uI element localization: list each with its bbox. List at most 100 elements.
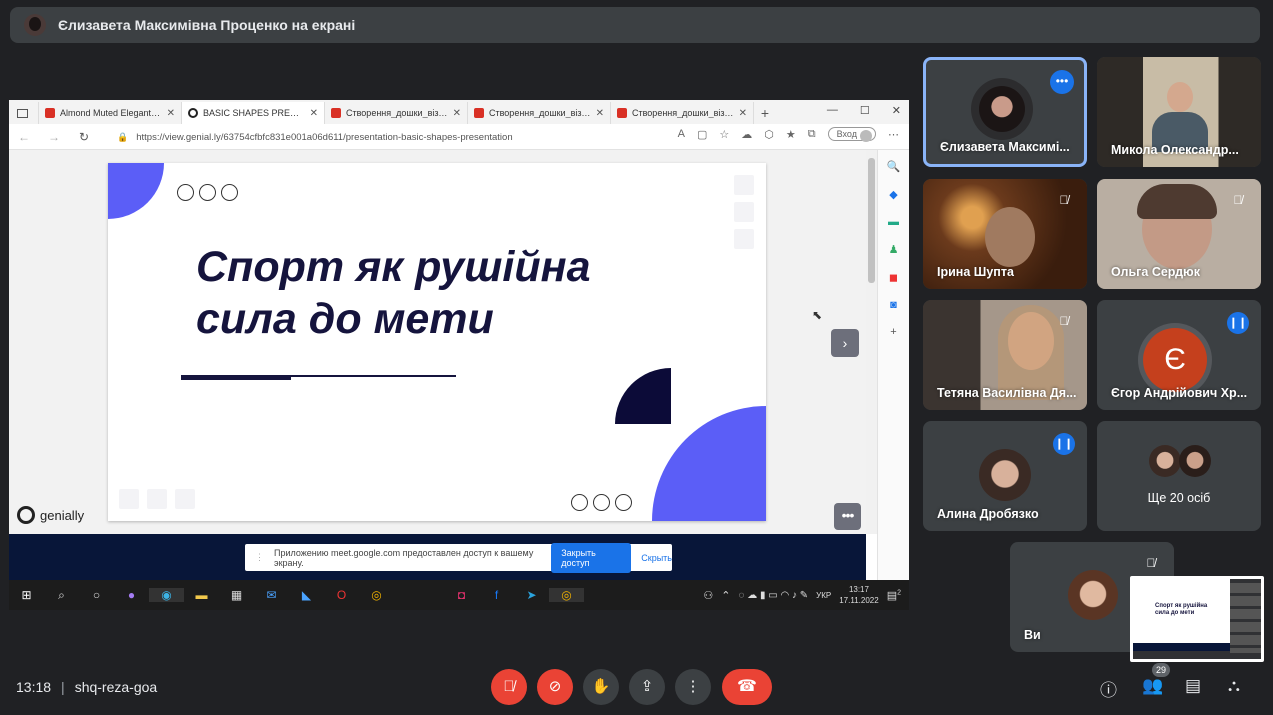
url-text: https://view.genial.ly/63754cfbfc831e001… [136,131,513,143]
windows-start-icon[interactable]: ⊞ [9,588,44,602]
mail-icon[interactable]: ✉ [254,588,289,602]
favorites-icon[interactable]: ★ [786,128,796,141]
presentation-more-button[interactable]: ••• [834,503,861,530]
slide-title: Спорт як рушійна сила до мети [196,241,716,345]
favorite-add-icon[interactable]: ☆ [719,128,729,141]
end-call-button[interactable]: ☎ [722,669,772,705]
participant-avatar [1149,445,1181,477]
next-slide-button[interactable]: › [831,329,859,357]
hide-notice-button[interactable]: Скрыть [641,553,672,563]
edge-icon[interactable]: ◉ [149,588,184,602]
participant-tile[interactable]: ❙❙ Алина Дробязко [923,421,1087,531]
participant-tile[interactable]: Є ❙❙ Єгор Андрійович Хр... [1097,300,1261,410]
tab-actions-icon[interactable] [17,108,28,118]
participant-tile[interactable]: 🎙̸ Ольга Сердюк [1097,179,1261,289]
meeting-code: shq-reza-goa [74,679,158,695]
participant-tile[interactable]: 🎙̸ Тетяна Василівна Дя... [923,300,1087,410]
people-icon[interactable]: 👥 [1142,676,1163,696]
app-icon[interactable]: ◣ [289,588,324,602]
extensions-icon[interactable]: ⬡ [764,128,774,141]
mic-off-button[interactable]: 🎙̸ [491,669,527,705]
games-icon[interactable]: ♟ [889,243,899,256]
cortana-icon[interactable]: ○ [79,588,114,602]
telegram-icon[interactable]: ➤ [514,588,549,602]
keyboard-language[interactable]: УКР [816,591,831,600]
chat-icon[interactable]: ▤ [1185,676,1201,696]
reload-icon[interactable]: ↻ [69,130,99,144]
pdf-icon [331,108,341,118]
reader-icon[interactable]: ▢ [697,128,707,141]
page-scrollbar[interactable] [866,150,877,534]
participant-tile[interactable]: ••• Єлизавета Максимі... [923,57,1087,167]
participant-name: Алина Дробязко [937,507,1039,521]
search-icon[interactable]: 🔍 [887,160,901,173]
browser-tab[interactable] [9,102,39,124]
browser-tab[interactable]: Створення_дошки_візуал ✕ [325,102,468,124]
browser-tab[interactable]: Створення_дошки_візуал ✕ [468,102,611,124]
participant-tile[interactable]: 🎙̸ Ірина Шупта [923,179,1087,289]
meeting-time: 13:18 [16,679,52,695]
url-field[interactable]: 🔒 https://view.genial.ly/63754cfbfc831e0… [117,127,537,147]
opera-icon[interactable]: O [324,588,359,602]
office-icon[interactable]: ◼ [889,271,898,284]
collections-icon[interactable]: ⧉ [808,128,816,141]
back-icon[interactable]: ← [9,130,39,144]
close-tab-icon[interactable]: ✕ [310,108,318,119]
cloud-icon[interactable]: ☁ [741,128,752,141]
outlook-icon[interactable]: ◙ [890,299,897,311]
participant-avatar [971,78,1033,140]
tray-expand-icon[interactable]: ⌃ [721,589,730,602]
meeting-details-icon[interactable]: ⓘ [1100,676,1117,701]
activities-icon[interactable]: ⛬ [1228,676,1240,696]
toolbox-icon[interactable]: ▬ [888,216,899,228]
maximize-icon[interactable]: ☐ [860,104,870,117]
browser-sidebar: 🔍 ◆ ▬ ♟ ◼ ◙ + [877,150,909,584]
alice-icon[interactable]: ● [114,588,149,602]
corner-shape-top-left [108,163,164,219]
close-tab-icon[interactable]: ✕ [596,108,604,119]
camera-off-button[interactable]: ⊘ [537,669,573,705]
close-tab-icon[interactable]: ✕ [453,108,461,119]
more-options-button[interactable]: ⋮ [675,669,711,705]
more-options-icon[interactable]: ⋯ [888,128,899,141]
new-tab-button[interactable]: + [754,102,776,124]
close-tab-icon[interactable]: ✕ [167,108,175,119]
chrome-icon[interactable]: ◎ [359,588,394,602]
browser-tab[interactable]: Almond Muted Elegant Lir ✕ [39,102,182,124]
decorative-rings-bottom [571,494,632,511]
instagram-icon[interactable]: ◘ [444,588,479,602]
tray-icons[interactable]: ◌ ☁ ▮ ▭ ◠ ♪ ✎ [738,590,808,601]
taskbar-clock[interactable]: 13:17 17.11.2022 [839,584,878,606]
present-button[interactable]: ⇪ [629,669,665,705]
others-tile[interactable]: Ще 20 осіб [1097,421,1261,531]
read-aloud-icon[interactable]: A [678,128,685,140]
browser-tab[interactable]: Створення_дошки_візуал ✕ [611,102,754,124]
self-view-preview[interactable]: Спорт як рушійна сила до мети [1130,576,1264,662]
participant-count-badge: 29 [1152,663,1170,677]
stop-sharing-button[interactable]: Закрыть доступ [551,542,632,573]
chrome-active-icon[interactable]: ◎ [549,588,584,602]
tag-icon[interactable]: ◆ [889,188,897,201]
add-icon[interactable]: + [890,326,896,338]
forward-icon[interactable]: → [39,130,69,144]
drag-handle-icon[interactable]: ⋮ [255,552,264,563]
raise-hand-button[interactable]: ✋ [583,669,619,705]
participant-tile[interactable]: Микола Олександр... [1097,57,1261,167]
more-options-icon[interactable]: ••• [1050,70,1074,94]
meeting-info: 13:18 | shq-reza-goa [16,679,157,695]
participant-name: Єгор Андрійович Хр... [1111,386,1248,400]
participant-avatar [1179,445,1211,477]
search-icon[interactable]: ⌕ [44,588,79,603]
participant-avatar [1068,570,1118,620]
file-explorer-icon[interactable]: ▬ [184,588,219,602]
close-window-icon[interactable]: ✕ [892,104,901,117]
notifications-icon[interactable]: ▤2 [887,589,901,602]
browser-tab-active[interactable]: BASIC SHAPES PRESENTAT✕ [182,102,325,124]
people-icon[interactable]: ⚇ [703,589,713,602]
participant-name: Єлизавета Максимі... [940,140,1070,154]
profile-login-button[interactable]: Вход [827,127,876,142]
store-icon[interactable]: ▦ [219,588,254,602]
minimize-icon[interactable]: — [827,104,838,117]
close-tab-icon[interactable]: ✕ [739,108,747,119]
facebook-icon[interactable]: f [479,588,514,602]
